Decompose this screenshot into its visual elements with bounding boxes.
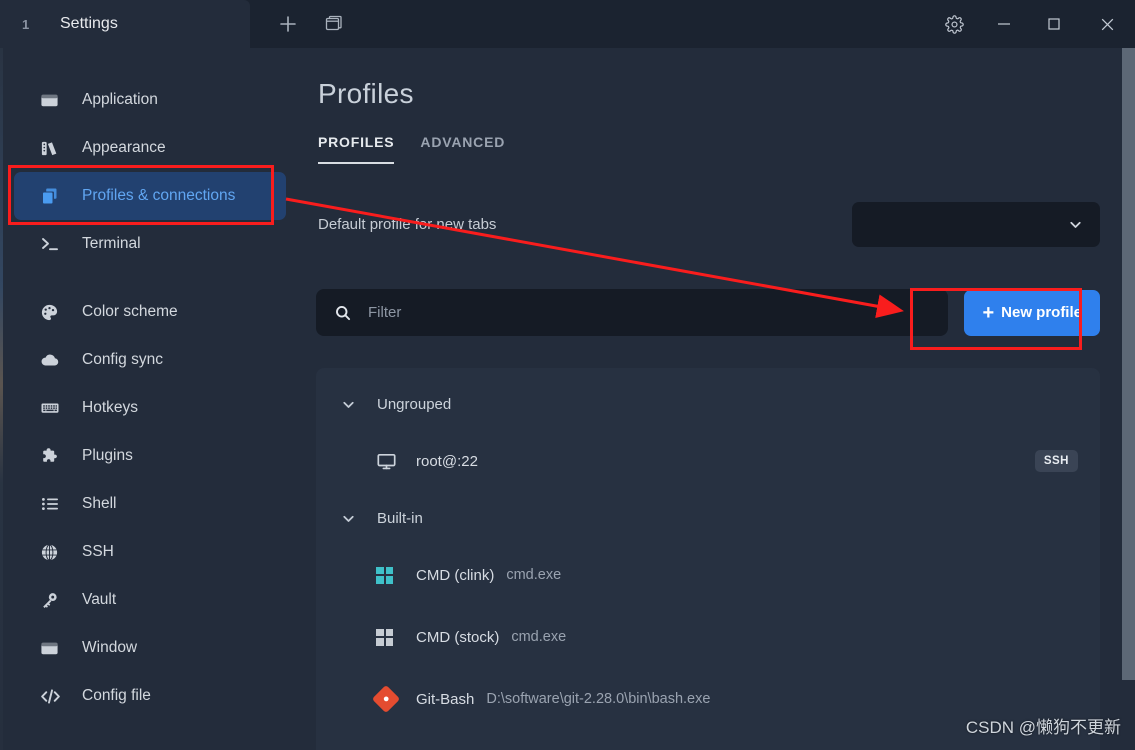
maximize-icon[interactable] — [1029, 0, 1079, 48]
window-tab-settings[interactable]: 1 Settings — [0, 0, 250, 48]
sidebar-item-color-scheme[interactable]: Color scheme — [14, 288, 286, 336]
settings-window: 1 Settings Application Appearance Profil… — [0, 0, 1135, 750]
sidebar-item-label: Vault — [82, 591, 117, 608]
profile-command: cmd.exe — [506, 567, 562, 583]
tab-profiles[interactable]: PROFILES — [318, 134, 395, 164]
sidebar-item-label: Appearance — [82, 139, 166, 156]
profile-command: D:\software\git-2.28.0\bin\bash.exe — [486, 691, 711, 707]
windows-logo-icon — [376, 566, 404, 584]
tab-bar-actions — [250, 0, 929, 48]
settings-main-content: Profiles PROFILES ADVANCED Default profi… — [300, 48, 1135, 750]
list-icon — [40, 494, 66, 514]
sidebar-item-label: Color scheme — [82, 303, 178, 320]
close-icon[interactable] — [1079, 0, 1135, 48]
terminal-icon — [40, 234, 66, 254]
code-icon — [40, 686, 66, 707]
keyboard-icon — [40, 398, 66, 418]
sidebar-item-config-file[interactable]: Config file — [14, 672, 286, 720]
palette-swatch-icon — [40, 139, 66, 158]
sidebar-item-vault[interactable]: Vault — [14, 576, 286, 624]
profile-group-builtin[interactable]: Built-in — [316, 492, 1100, 544]
profile-group-ungrouped[interactable]: Ungrouped — [316, 378, 1100, 430]
window-controls — [929, 0, 1135, 48]
monitor-icon — [376, 451, 404, 472]
minimize-icon[interactable] — [979, 0, 1029, 48]
tab-title: Settings — [60, 15, 118, 32]
default-profile-select[interactable] — [852, 202, 1100, 247]
cloud-icon — [40, 350, 66, 370]
paint-palette-icon — [40, 303, 66, 322]
git-logo-icon: ● — [371, 684, 404, 714]
tab-index: 1 — [22, 16, 30, 32]
window-panes-icon[interactable] — [324, 14, 344, 34]
sidebar-item-config-sync[interactable]: Config sync — [14, 336, 286, 384]
sidebar-item-application[interactable]: Application — [14, 76, 286, 124]
group-label: Built-in — [377, 509, 423, 527]
sidebar-item-label: SSH — [82, 543, 114, 560]
watermark: CSDN @懒狗不更新 — [965, 718, 1121, 737]
profile-row-root[interactable]: root@:22 SSH — [316, 430, 1100, 492]
group-label: Ungrouped — [377, 395, 452, 413]
settings-sidebar: Application Appearance Profiles & connec… — [0, 48, 300, 750]
page-title: Profiles — [318, 78, 414, 109]
default-profile-label: Default profile for new tabs — [318, 216, 497, 233]
sidebar-item-terminal[interactable]: Terminal — [14, 220, 286, 268]
copy-windows-icon — [40, 186, 66, 206]
sidebar-item-label: Application — [82, 91, 158, 108]
globe-icon — [40, 543, 66, 562]
plus-icon[interactable] — [278, 14, 298, 34]
windows-logo-icon — [376, 628, 404, 646]
plus-icon: + — [982, 301, 995, 324]
window-icon — [40, 639, 66, 658]
sidebar-item-label: Config sync — [82, 351, 163, 368]
title-bar: 1 Settings — [0, 0, 1135, 48]
key-icon — [40, 591, 66, 610]
sidebar-item-label: Window — [82, 639, 138, 656]
vertical-scrollbar[interactable] — [1122, 48, 1135, 680]
profile-name: root@:22 — [416, 452, 478, 470]
sidebar-item-label: Config file — [82, 687, 151, 704]
sidebar-item-appearance[interactable]: Appearance — [14, 124, 286, 172]
chevron-down-icon — [340, 510, 357, 527]
profile-row-cmd-clink[interactable]: CMD (clink) cmd.exe — [316, 544, 1100, 606]
profile-name: CMD (stock) — [416, 628, 500, 646]
sidebar-divider-gap — [0, 268, 300, 288]
profiles-list-panel: Ungrouped root@:22 SSH Built-in CMD (cli… — [316, 368, 1100, 750]
sidebar-item-label: Hotkeys — [82, 399, 138, 416]
chevron-down-icon — [340, 396, 357, 413]
sidebar-item-hotkeys[interactable]: Hotkeys — [14, 384, 286, 432]
filter-input[interactable] — [368, 304, 931, 321]
profile-name: CMD (clink) — [416, 566, 495, 584]
sidebar-item-label: Profiles & connections — [82, 187, 236, 204]
tab-advanced[interactable]: ADVANCED — [420, 134, 505, 164]
sidebar-item-label: Plugins — [82, 447, 133, 464]
window-icon — [40, 91, 66, 110]
new-profile-button[interactable]: + New profile — [964, 289, 1100, 336]
search-icon — [334, 304, 352, 322]
sidebar-item-plugins[interactable]: Plugins — [14, 432, 286, 480]
profile-command: cmd.exe — [511, 629, 567, 645]
default-profile-row: Default profile for new tabs — [316, 202, 1135, 247]
sidebar-item-shell[interactable]: Shell — [14, 480, 286, 528]
chevron-down-icon — [1067, 216, 1084, 233]
sidebar-item-window[interactable]: Window — [14, 624, 286, 672]
profile-name: Git-Bash — [416, 690, 475, 708]
filter-row: + New profile — [316, 289, 1135, 336]
profile-row-cmd-stock[interactable]: CMD (stock) cmd.exe — [316, 606, 1100, 668]
new-profile-label: New profile — [1001, 304, 1082, 321]
window-left-edge — [0, 48, 3, 750]
status-badge: SSH — [1034, 450, 1078, 472]
content-tabs: PROFILES ADVANCED — [316, 134, 1135, 164]
sidebar-item-ssh[interactable]: SSH — [14, 528, 286, 576]
sidebar-item-label: Terminal — [82, 235, 141, 252]
sidebar-item-profiles-and-connections[interactable]: Profiles & connections — [14, 172, 286, 220]
gear-icon[interactable] — [929, 0, 979, 48]
filter-field-wrapper[interactable] — [316, 289, 949, 336]
sidebar-item-label: Shell — [82, 495, 117, 512]
puzzle-icon — [40, 446, 66, 466]
